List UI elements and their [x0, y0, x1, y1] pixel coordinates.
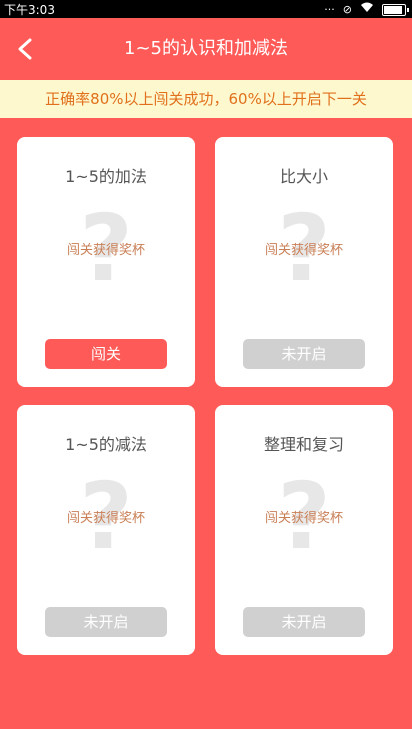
status-icons: ··· ⊘ — [324, 2, 409, 17]
trophy-hint: 闯关获得奖杯 — [264, 243, 343, 258]
trophy-hint: 闯关获得奖杯 — [264, 511, 343, 526]
level-title: 比大小 — [279, 167, 328, 186]
start-level-button[interactable]: 闯关 — [45, 339, 167, 369]
locked-level-button: 未开启 — [243, 339, 365, 369]
mute-icon: ⊘ — [342, 2, 352, 16]
level-title: 1~5的加法 — [65, 167, 147, 186]
more-icon: ··· — [324, 2, 335, 16]
level-card-review: 整理和复习 ? 闯关获得奖杯 未开启 — [215, 405, 393, 655]
page-title: 1~5的认识和加减法 — [124, 38, 288, 59]
battery-icon — [382, 3, 409, 16]
level-card-subtraction: 1~5的减法 ? 闯关获得奖杯 未开启 — [17, 405, 195, 655]
level-card-addition[interactable]: 1~5的加法 ? 闯关获得奖杯 闯关 — [17, 137, 195, 387]
trophy-hint: 闯关获得奖杯 — [66, 243, 145, 258]
pass-rule-notice: 正确率80%以上闯关成功，60%以上开启下一关 — [0, 80, 412, 118]
wifi-icon — [360, 2, 374, 17]
level-title: 整理和复习 — [263, 435, 344, 454]
app-header: 1~5的认识和加减法 — [0, 18, 412, 80]
level-title: 1~5的减法 — [65, 435, 147, 454]
locked-level-button: 未开启 — [45, 607, 167, 637]
back-arrow-icon[interactable] — [14, 37, 38, 61]
status-time: 下午3:03 — [4, 3, 55, 17]
trophy-hint: 闯关获得奖杯 — [66, 511, 145, 526]
battery-level — [384, 5, 402, 14]
status-bar: 下午3:03 ··· ⊘ — [0, 0, 412, 18]
level-card-compare: 比大小 ? 闯关获得奖杯 未开启 — [215, 137, 393, 387]
locked-level-button: 未开启 — [243, 607, 365, 637]
